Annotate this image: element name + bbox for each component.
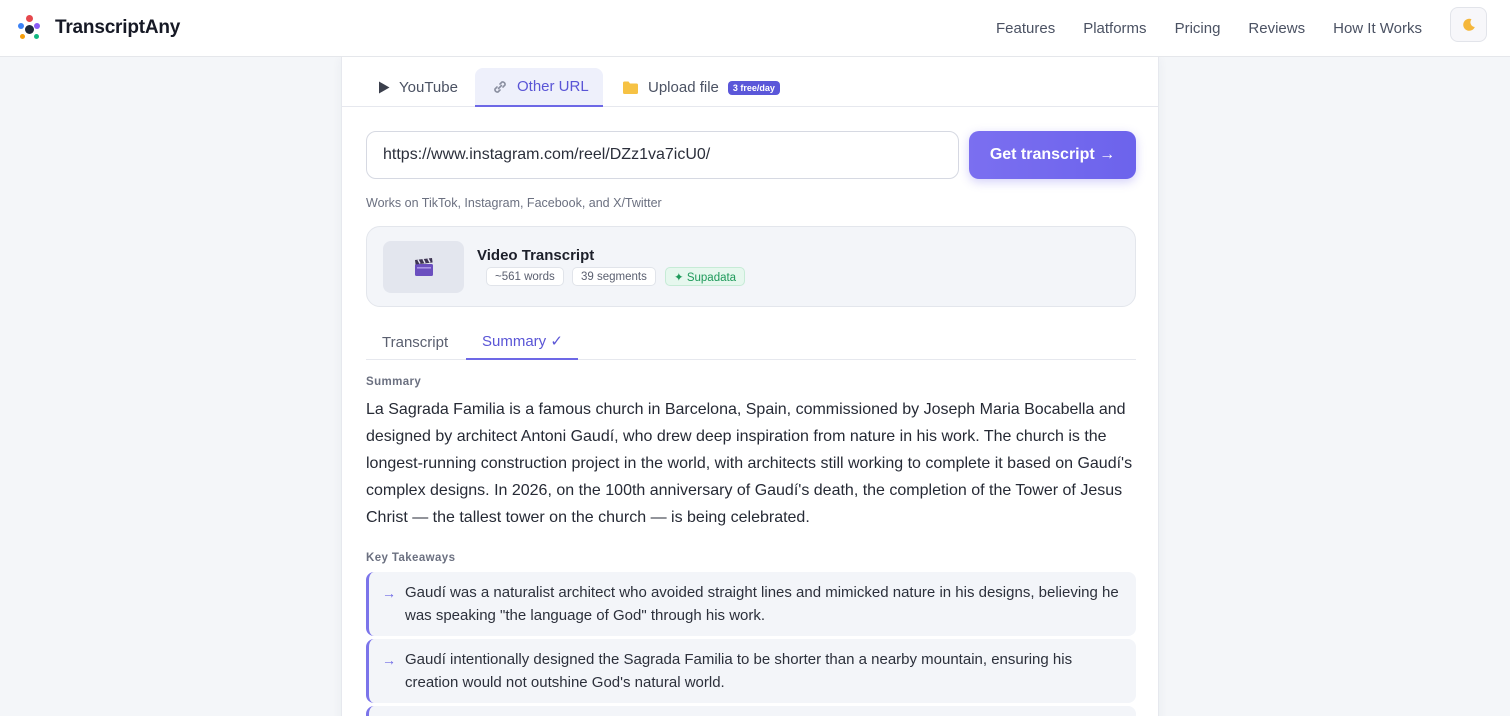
tab-transcript[interactable]: Transcript bbox=[382, 324, 448, 360]
tab-other-url[interactable]: Other URL bbox=[475, 68, 603, 107]
takeaway-text: Gaudí intentionally designed the Sagrada… bbox=[405, 651, 1073, 691]
video-info-panel: Video Transcript ~561 words 39 segments … bbox=[366, 226, 1136, 307]
video-thumbnail bbox=[383, 241, 464, 293]
nav-pricing[interactable]: Pricing bbox=[1175, 20, 1221, 37]
nav-platforms[interactable]: Platforms bbox=[1083, 20, 1146, 37]
tab-other-url-label: Other URL bbox=[517, 78, 589, 95]
folder-icon bbox=[622, 80, 639, 95]
takeaway-item: → Gaudí intentionally designed the Sagra… bbox=[366, 639, 1136, 703]
free-quota-badge: 3 free/day bbox=[727, 80, 780, 95]
segment-count-chip: 39 segments bbox=[572, 267, 656, 286]
nav-how-it-works[interactable]: How It Works bbox=[1333, 20, 1422, 37]
top-navbar: TranscriptAny Features Platforms Pricing… bbox=[0, 0, 1510, 57]
arrow-right-icon: → bbox=[382, 652, 396, 668]
takeaway-item bbox=[366, 706, 1136, 716]
provider-badge: ✦ Supadata bbox=[665, 267, 746, 286]
takeaway-item: → Gaudí was a naturalist architect who a… bbox=[366, 572, 1136, 636]
tab-youtube[interactable]: YouTube bbox=[362, 68, 482, 107]
get-transcript-button[interactable]: Get transcript → bbox=[969, 131, 1136, 179]
takeaway-text: Gaudí was a naturalist architect who avo… bbox=[405, 584, 1119, 624]
arrow-right-icon: → bbox=[382, 585, 396, 601]
summary-heading: Summary bbox=[366, 376, 422, 388]
result-tabs: Transcript Summary ✓ bbox=[366, 324, 1136, 360]
video-title: Video Transcript bbox=[477, 247, 595, 264]
link-icon bbox=[492, 79, 508, 95]
transcript-card: YouTube Other URL Upload file 3 free/day… bbox=[341, 56, 1159, 716]
moon-icon bbox=[1462, 18, 1475, 31]
logo[interactable]: TranscriptAny bbox=[17, 15, 180, 41]
url-input[interactable] bbox=[366, 131, 959, 179]
source-tabs: YouTube Other URL Upload file 3 free/day bbox=[342, 56, 1158, 107]
app-name: TranscriptAny bbox=[55, 17, 181, 38]
main-nav: Features Platforms Pricing Reviews How I… bbox=[996, 0, 1450, 56]
supported-platforms-hint: Works on TikTok, Instagram, Facebook, an… bbox=[366, 196, 662, 210]
tab-upload-file-label: Upload file bbox=[648, 79, 719, 96]
nav-features[interactable]: Features bbox=[996, 20, 1055, 37]
summary-text: La Sagrada Familia is a famous church in… bbox=[366, 401, 1133, 526]
logo-icon bbox=[17, 15, 43, 41]
play-icon bbox=[378, 81, 390, 94]
key-takeaways-heading: Key Takeaways bbox=[366, 552, 456, 564]
tab-summary[interactable]: Summary ✓ bbox=[466, 324, 578, 360]
theme-toggle-button[interactable] bbox=[1450, 7, 1487, 42]
tab-upload-file[interactable]: Upload file 3 free/day bbox=[622, 68, 822, 107]
nav-reviews[interactable]: Reviews bbox=[1248, 20, 1305, 37]
tab-youtube-label: YouTube bbox=[399, 79, 458, 96]
clapperboard-icon bbox=[414, 258, 433, 276]
word-count-chip: ~561 words bbox=[486, 267, 564, 286]
